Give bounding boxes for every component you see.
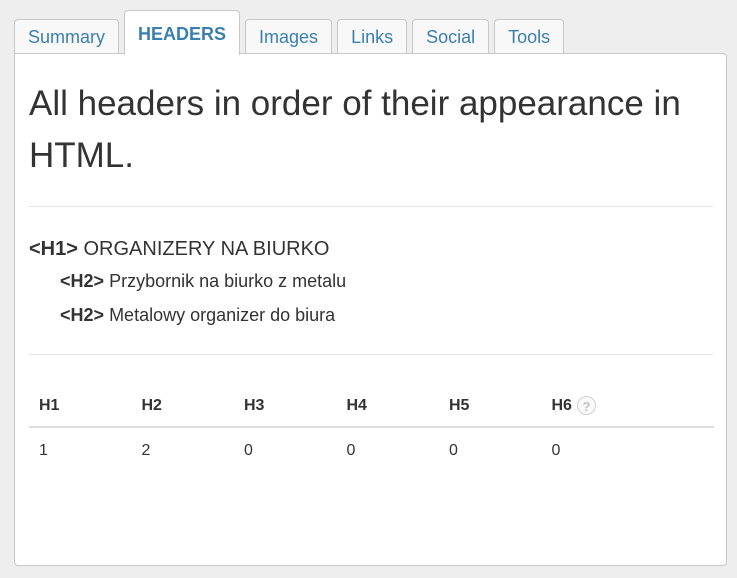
column-header-h1: H1 bbox=[39, 396, 60, 414]
headers-panel: All headers in order of their appearance… bbox=[14, 53, 727, 566]
column-header-h6: H6 ? bbox=[542, 396, 645, 415]
table-row: 1 2 0 0 0 0 bbox=[29, 428, 714, 474]
column-header-h2: H2 bbox=[141, 396, 162, 414]
header-outline: <H1> ORGANIZERY NA BIURKO <H2> Przyborni… bbox=[29, 234, 346, 332]
column-header-h5: H5 bbox=[449, 396, 470, 414]
divider bbox=[29, 206, 713, 207]
count-h2: 2 bbox=[141, 442, 151, 459]
header-tag: <H1> bbox=[29, 238, 78, 260]
header-text: Przybornik na biurko z metalu bbox=[109, 271, 347, 291]
page-title: All headers in order of their appearance… bbox=[29, 84, 681, 175]
header-text: ORGANIZERY NA BIURKO bbox=[83, 238, 330, 260]
help-icon[interactable]: ? bbox=[576, 396, 596, 415]
header-tag: <H2> bbox=[60, 305, 105, 325]
header-count-table: H1 H2 H3 H4 H5 H6 ? 1 2 0 0 0 0 bbox=[29, 385, 714, 474]
header-item-h2: <H2> Przybornik na biurko z metalu bbox=[29, 264, 346, 298]
header-text: Metalowy organizer do biura bbox=[109, 305, 336, 325]
header-item-h1: <H1> ORGANIZERY NA BIURKO bbox=[29, 234, 346, 264]
header-tag: <H2> bbox=[60, 271, 105, 291]
count-h1: 1 bbox=[39, 442, 48, 459]
count-h5: 0 bbox=[449, 442, 458, 459]
tab-summary[interactable]: Summary bbox=[14, 19, 120, 54]
tab-tools[interactable]: Tools bbox=[494, 19, 565, 54]
header-item-h2: <H2> Metalowy organizer do biura bbox=[29, 298, 346, 332]
count-h4: 0 bbox=[346, 442, 356, 459]
column-header-h3: H3 bbox=[244, 396, 265, 414]
tab-bar: Summary HEADERS Images Links Social Tool… bbox=[14, 10, 569, 55]
divider bbox=[29, 354, 713, 355]
tab-images[interactable]: Images bbox=[245, 19, 333, 54]
tab-headers[interactable]: HEADERS bbox=[124, 10, 241, 55]
tab-social[interactable]: Social bbox=[412, 19, 490, 54]
column-header-h4: H4 bbox=[346, 396, 367, 414]
tab-links[interactable]: Links bbox=[337, 19, 408, 54]
column-header-h6-label: H6 bbox=[551, 396, 572, 414]
table-header-row: H1 H2 H3 H4 H5 H6 ? bbox=[29, 385, 714, 428]
count-h3: 0 bbox=[244, 442, 253, 459]
count-h6: 0 bbox=[551, 442, 561, 459]
